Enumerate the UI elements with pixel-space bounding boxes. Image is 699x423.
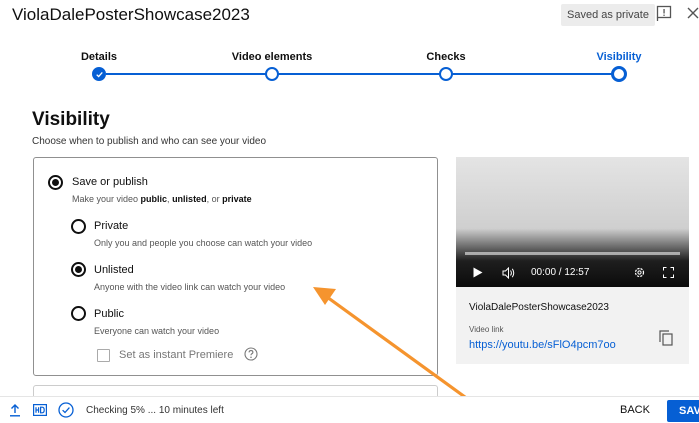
instant-premiere-label[interactable]: Set as instant Premiere	[119, 349, 233, 361]
volume-icon[interactable]	[502, 267, 516, 279]
private-label[interactable]: Private	[94, 220, 128, 232]
hd-icon[interactable]	[33, 404, 47, 416]
step-checks-node[interactable]	[439, 67, 453, 81]
save-or-publish-radio[interactable]	[48, 175, 63, 190]
unlisted-label[interactable]: Unlisted	[94, 264, 134, 276]
step-video-elements-label[interactable]: Video elements	[232, 51, 313, 63]
save-or-publish-description: Make your video public, unlisted, or pri…	[72, 194, 252, 204]
video-player[interactable]: 00:00 / 12:57	[456, 157, 689, 287]
video-link-url[interactable]: https://youtu.be/sFlO4pcm7oo	[469, 339, 616, 351]
public-radio[interactable]	[71, 306, 86, 321]
preview-video-title: ViolaDalePosterShowcase2023	[469, 302, 609, 313]
private-description: Only you and people you choose can watch…	[94, 238, 313, 248]
fullscreen-icon[interactable]	[663, 267, 674, 278]
video-link-label: Video link	[469, 325, 504, 334]
unlisted-radio[interactable]	[71, 262, 86, 277]
video-preview-panel: 00:00 / 12:57 ViolaDalePosterShowcase202…	[456, 157, 689, 364]
saved-status-badge: Saved as private	[561, 4, 655, 26]
save-or-publish-card: Save or publish Make your video public, …	[33, 157, 438, 376]
step-details-label[interactable]: Details	[81, 51, 117, 63]
instant-premiere-checkbox[interactable]	[97, 349, 110, 362]
step-visibility-node[interactable]	[611, 66, 627, 82]
public-label[interactable]: Public	[94, 308, 124, 320]
private-radio[interactable]	[71, 219, 86, 234]
close-icon[interactable]	[686, 5, 699, 21]
step-checks-label[interactable]: Checks	[426, 51, 465, 63]
save-or-publish-label[interactable]: Save or publish	[72, 176, 148, 188]
visibility-heading: Visibility	[32, 109, 110, 130]
play-icon[interactable]	[473, 267, 483, 278]
save-button[interactable]: SAVE	[667, 400, 699, 422]
playback-time: 00:00 / 12:57	[531, 267, 590, 278]
gear-icon[interactable]	[633, 266, 646, 279]
feedback-icon[interactable]	[655, 4, 673, 22]
check-circle-icon[interactable]	[58, 402, 74, 418]
stepper-track	[106, 73, 612, 75]
step-details-node[interactable]	[92, 67, 106, 81]
step-video-elements-node[interactable]	[265, 67, 279, 81]
check-icon	[96, 71, 103, 78]
upload-status-text: Checking 5% ... 10 minutes left	[86, 405, 224, 416]
dialog-header: ViolaDalePosterShowcase2023 Saved as pri…	[0, 0, 699, 32]
public-description: Everyone can watch your video	[94, 326, 220, 336]
playback-progress-bar[interactable]	[465, 252, 680, 255]
back-button[interactable]: BACK	[620, 404, 650, 416]
step-visibility-label[interactable]: Visibility	[596, 51, 641, 63]
copy-icon[interactable]	[659, 330, 673, 346]
upload-icon[interactable]	[9, 403, 21, 417]
unlisted-description: Anyone with the video link can watch you…	[94, 282, 286, 292]
help-icon[interactable]	[244, 347, 258, 361]
dialog-title: ViolaDalePosterShowcase2023	[12, 5, 250, 24]
visibility-subtitle: Choose when to publish and who can see y…	[32, 136, 267, 147]
dialog-footer: Checking 5% ... 10 minutes left BACK SAV…	[0, 396, 699, 423]
